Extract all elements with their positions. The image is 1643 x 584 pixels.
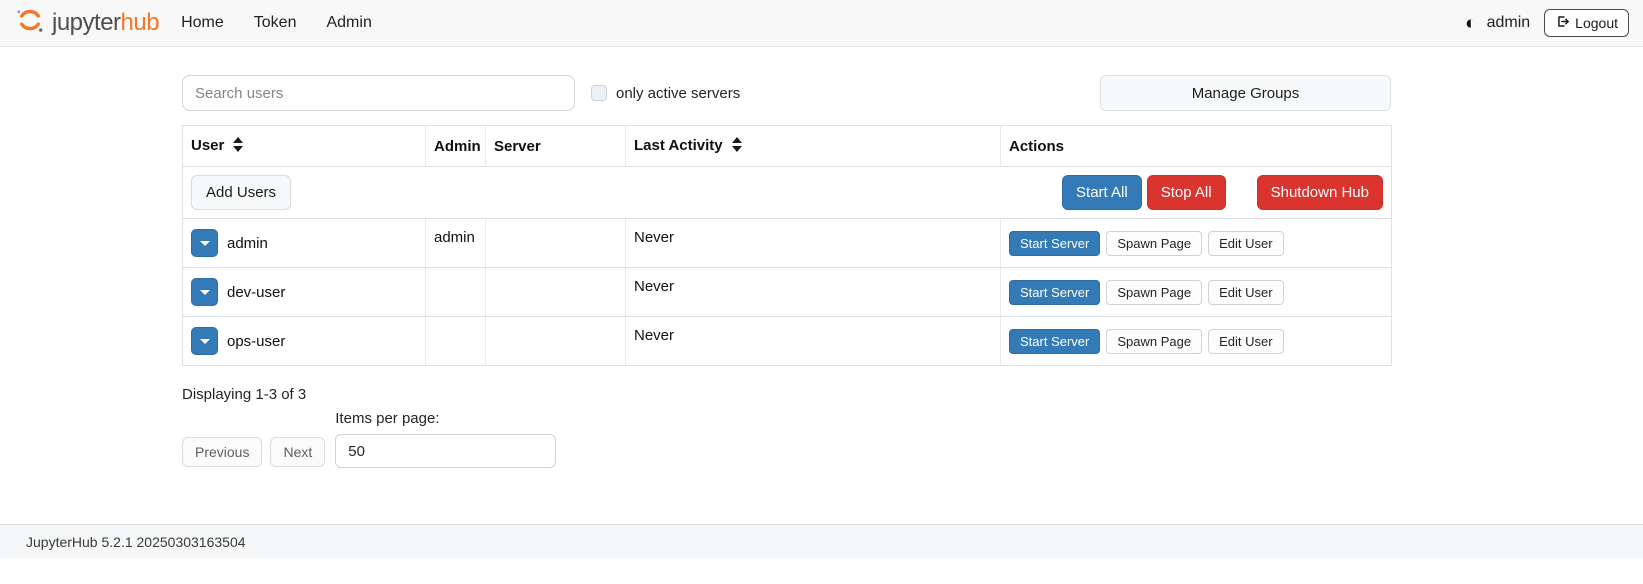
items-per-page-input[interactable] xyxy=(335,434,556,468)
nav-link-token[interactable]: Token xyxy=(254,14,297,32)
table-row: ops-user Never Start Server Spawn Page E… xyxy=(183,317,1392,366)
edit-user-button[interactable]: Edit User xyxy=(1208,280,1283,305)
jupyterhub-logo[interactable]: jupyterhub xyxy=(14,5,159,42)
admin-cell xyxy=(426,317,486,366)
nav-link-home[interactable]: Home xyxy=(181,14,224,32)
version-text: JupyterHub 5.2.1 20250303163504 xyxy=(26,534,246,550)
start-server-button[interactable]: Start Server xyxy=(1009,231,1100,256)
sort-icon[interactable] xyxy=(233,137,243,156)
caret-down-icon xyxy=(200,290,210,295)
last-activity-cell: Never xyxy=(626,317,1001,366)
stop-all-button[interactable]: Stop All xyxy=(1147,175,1226,210)
start-server-button[interactable]: Start Server xyxy=(1009,329,1100,354)
admin-content: only active servers Manage Groups User A… xyxy=(182,75,1391,468)
caret-down-icon xyxy=(200,241,210,246)
last-activity-cell: Never xyxy=(626,268,1001,317)
jupyterhub-admin-page: jupyterhub Home Token Admin ◐ admin Logo… xyxy=(0,0,1643,584)
row-actions: Start Server Spawn Page Edit User xyxy=(1009,280,1383,305)
admin-cell: admin xyxy=(426,219,486,268)
row-actions: Start Server Spawn Page Edit User xyxy=(1009,231,1383,256)
column-header-last-activity-label: Last Activity xyxy=(634,137,723,154)
only-active-servers-label: only active servers xyxy=(616,85,740,102)
column-header-admin: Admin xyxy=(426,126,486,167)
spawn-page-button[interactable]: Spawn Page xyxy=(1106,280,1202,305)
only-active-servers-checkbox[interactable] xyxy=(591,85,607,101)
sort-icon[interactable] xyxy=(732,137,742,156)
items-per-page: Items per page: xyxy=(335,410,556,468)
table-row: dev-user Never Start Server Spawn Page E… xyxy=(183,268,1392,317)
bulk-action-buttons: Start All Stop All Shutdown Hub xyxy=(1062,175,1383,210)
edit-user-button[interactable]: Edit User xyxy=(1208,329,1283,354)
column-header-actions: Actions xyxy=(1001,126,1392,167)
bulk-controls-row: Add Users Start All Stop All Shutdown Hu… xyxy=(183,167,1392,219)
nav-link-admin[interactable]: Admin xyxy=(326,14,371,32)
column-header-last-activity[interactable]: Last Activity xyxy=(626,126,1001,167)
nav-links: Home Token Admin xyxy=(181,14,372,32)
navbar: jupyterhub Home Token Admin ◐ admin Logo… xyxy=(0,0,1643,47)
column-header-user[interactable]: User xyxy=(183,126,426,167)
column-header-user-label: User xyxy=(191,137,224,154)
navbar-right: ◐ admin Logout xyxy=(1465,9,1629,37)
server-cell xyxy=(486,219,626,268)
add-users-button[interactable]: Add Users xyxy=(191,175,291,210)
active-servers-filter: only active servers xyxy=(591,85,740,102)
brand-wordmark: jupyterhub xyxy=(52,9,159,37)
jupyterhub-logo-icon xyxy=(14,5,46,42)
next-page-button[interactable]: Next xyxy=(270,437,325,467)
table-header-row: User Admin Server Last Activity Actions xyxy=(183,126,1392,167)
username: dev-user xyxy=(227,284,285,301)
pagination-controls: Previous Next Items per page: xyxy=(182,410,1391,468)
edit-user-button[interactable]: Edit User xyxy=(1208,231,1283,256)
search-input[interactable] xyxy=(182,75,575,111)
shutdown-hub-button[interactable]: Shutdown Hub xyxy=(1257,175,1383,210)
logout-icon xyxy=(1555,14,1570,32)
brand-jupyter: jupyter xyxy=(52,9,121,36)
previous-page-button[interactable]: Previous xyxy=(182,437,262,467)
pager-buttons: Previous Next xyxy=(182,437,325,468)
start-all-button[interactable]: Start All xyxy=(1062,175,1142,210)
last-activity-cell: Never xyxy=(626,219,1001,268)
spawn-page-button[interactable]: Spawn Page xyxy=(1106,329,1202,354)
start-server-button[interactable]: Start Server xyxy=(1009,280,1100,305)
items-per-page-label: Items per page: xyxy=(335,410,556,427)
user-dropdown-toggle[interactable] xyxy=(191,278,218,306)
caret-down-icon xyxy=(200,339,210,344)
brand-hub: hub xyxy=(121,9,160,36)
username: ops-user xyxy=(227,333,285,350)
server-cell xyxy=(486,317,626,366)
spawn-page-button[interactable]: Spawn Page xyxy=(1106,231,1202,256)
theme-toggle-icon[interactable]: ◐ xyxy=(1465,14,1476,33)
logout-label: Logout xyxy=(1575,15,1618,31)
toolbar: only active servers Manage Groups xyxy=(182,75,1391,111)
admin-cell xyxy=(426,268,486,317)
current-user-label: admin xyxy=(1487,14,1531,32)
username: admin xyxy=(227,235,268,252)
server-cell xyxy=(486,268,626,317)
logout-button[interactable]: Logout xyxy=(1544,9,1629,37)
table-row: admin admin Never Start Server Spawn Pag… xyxy=(183,219,1392,268)
displaying-summary: Displaying 1-3 of 3 xyxy=(182,386,1391,403)
user-dropdown-toggle[interactable] xyxy=(191,229,218,257)
column-header-server: Server xyxy=(486,126,626,167)
user-dropdown-toggle[interactable] xyxy=(191,327,218,355)
users-table: User Admin Server Last Activity Actions … xyxy=(182,125,1392,366)
row-actions: Start Server Spawn Page Edit User xyxy=(1009,329,1383,354)
page-footer: JupyterHub 5.2.1 20250303163504 xyxy=(0,524,1643,558)
manage-groups-button[interactable]: Manage Groups xyxy=(1100,75,1391,111)
